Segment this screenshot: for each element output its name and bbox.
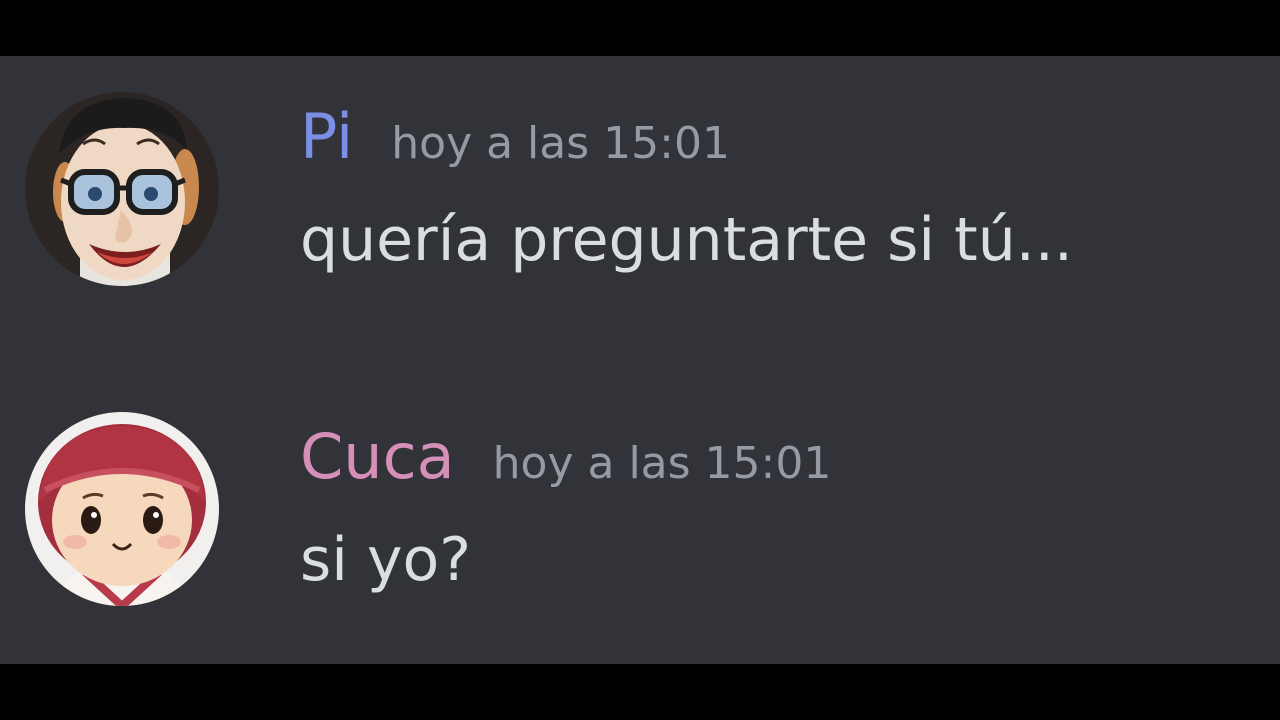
message-text: si yo? bbox=[300, 525, 472, 595]
username-pi[interactable]: Pi bbox=[300, 102, 353, 172]
letterbox-bottom bbox=[0, 664, 1280, 720]
cartoon-man-glasses-avatar-icon bbox=[25, 92, 219, 286]
username-cuca[interactable]: Cuca bbox=[300, 422, 455, 492]
message-header: Cuca hoy a las 15:01 bbox=[300, 422, 831, 492]
letterbox-top bbox=[0, 0, 1280, 56]
message-timestamp: hoy a las 15:01 bbox=[391, 118, 730, 169]
message-item: Pi hoy a las 15:01 quería preguntarte si … bbox=[0, 92, 1280, 322]
avatar-pi[interactable] bbox=[25, 92, 219, 286]
avatar-cuca[interactable] bbox=[25, 412, 219, 606]
message-timestamp: hoy a las 15:01 bbox=[492, 438, 832, 489]
chat-panel: Pi hoy a las 15:01 quería preguntarte si … bbox=[0, 56, 1280, 664]
message-header: Pi hoy a las 15:01 bbox=[300, 102, 730, 172]
message-text: quería preguntarte si tú... bbox=[300, 205, 1073, 275]
doll-red-hat-avatar-icon bbox=[25, 412, 219, 606]
message-item: Cuca hoy a las 15:01 si yo? bbox=[0, 412, 1280, 642]
